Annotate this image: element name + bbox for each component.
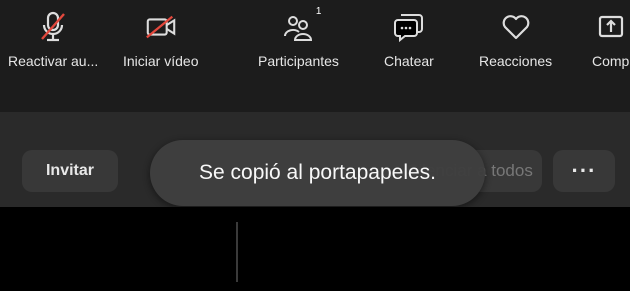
start-video-button[interactable]: Iniciar vídeo [123,10,198,69]
invite-button[interactable]: Invitar [22,150,118,192]
participants-button[interactable]: 1 Participantes [258,6,339,69]
participants-count-badge: 1 [315,6,322,17]
share-icon [594,10,628,44]
meeting-toolbar [0,207,630,291]
share-button[interactable]: Comp [592,10,629,69]
toolbar-label: Reacciones [479,53,553,69]
heart-icon [499,10,533,44]
microphone-off-icon [36,10,70,44]
toolbar-label: Iniciar vídeo [123,53,199,69]
toolbar-label: Comp [592,53,630,69]
reactions-button[interactable]: Reacciones [479,10,552,69]
unmute-audio-button[interactable]: Reactivar au... [8,10,98,69]
toolbar-label: Reactivar au... [8,53,99,69]
toolbar-divider [236,222,238,282]
chat-icon [392,10,426,44]
video-off-icon [144,10,178,44]
clipboard-toast: Se copió al portapapeles. [150,140,485,206]
participants-icon: 1 [281,6,321,44]
toolbar-label: Participantes [258,53,339,69]
more-options-button[interactable]: ··· [553,150,615,192]
chat-button[interactable]: Chatear [384,10,434,69]
toolbar-label: Chatear [384,53,434,69]
